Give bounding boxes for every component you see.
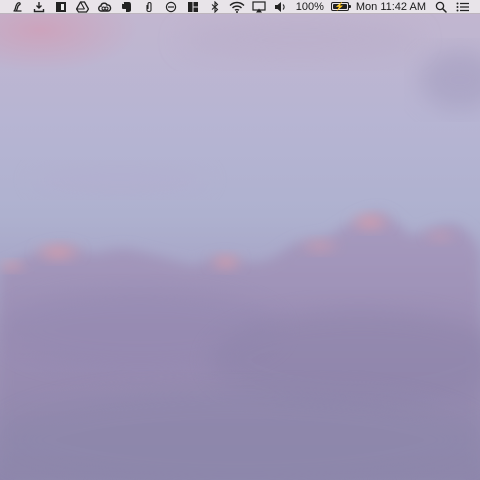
charging-bolt-icon: ⚡	[334, 2, 345, 11]
wifi-icon[interactable]	[226, 0, 248, 14]
clock[interactable]: Mon 11:42 AM	[352, 0, 430, 14]
layout-grid-icon[interactable]	[182, 0, 204, 14]
battery-percentage[interactable]: 100%	[292, 0, 328, 14]
paperclip-icon[interactable]	[138, 0, 160, 14]
sync-icon[interactable]	[160, 0, 182, 14]
volume-icon[interactable]	[270, 0, 292, 14]
evernote-icon[interactable]	[116, 0, 138, 14]
desktop: 100% ⚡ Mon 11:42 AM	[0, 0, 480, 480]
search-icon[interactable]	[430, 0, 452, 14]
google-drive-icon[interactable]	[72, 0, 94, 14]
script-editor-icon[interactable]	[6, 0, 28, 14]
bluetooth-icon[interactable]	[204, 0, 226, 14]
window-manager-icon[interactable]	[50, 0, 72, 14]
wallpaper-clouds	[0, 18, 480, 480]
battery-icon[interactable]: ⚡	[328, 0, 352, 14]
creative-cloud-icon[interactable]	[94, 0, 116, 14]
airplay-icon[interactable]	[248, 0, 270, 14]
download-icon[interactable]	[28, 0, 50, 14]
notification-center-icon[interactable]	[452, 0, 474, 14]
menu-bar: 100% ⚡ Mon 11:42 AM	[0, 0, 480, 14]
